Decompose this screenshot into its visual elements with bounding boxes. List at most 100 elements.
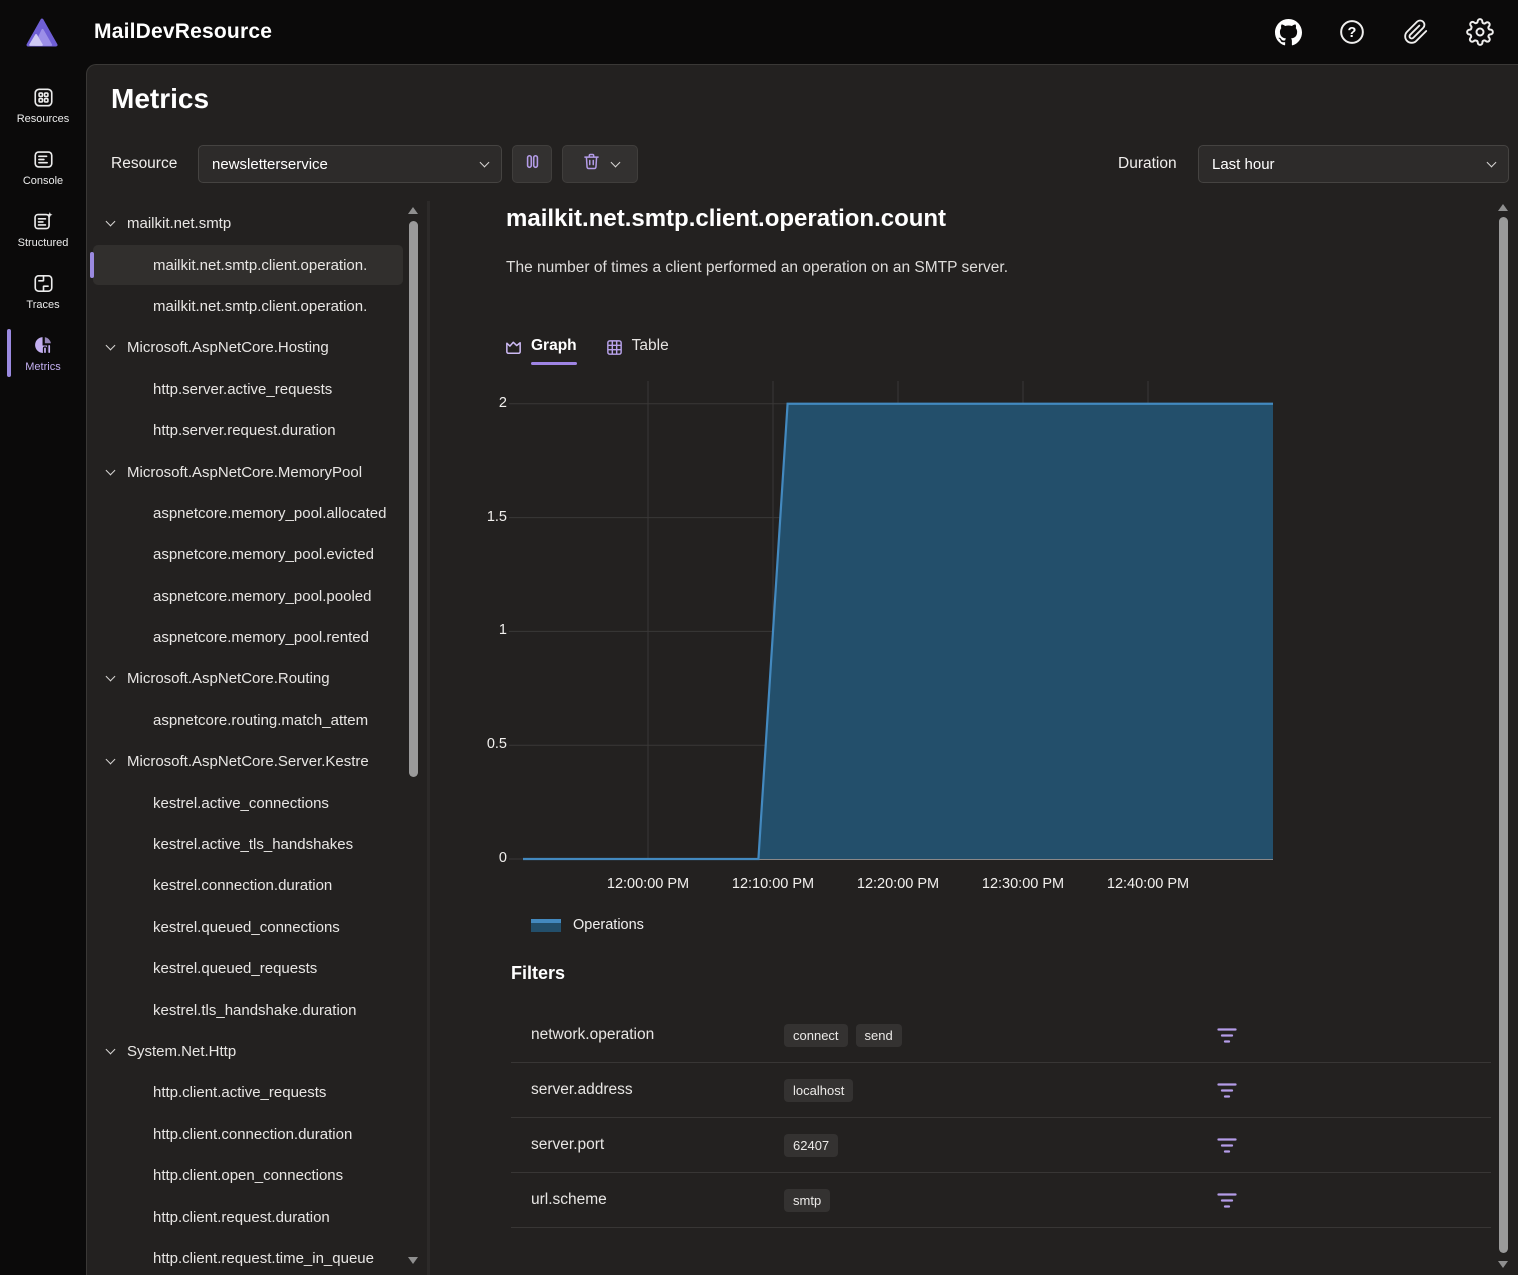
tree-item-label: Microsoft.AspNetCore.Hosting [127, 339, 329, 356]
tree-scrollbar-thumb[interactable] [409, 221, 418, 777]
sidebar-item-resources[interactable]: Resources [0, 74, 86, 136]
page-title: Metrics [111, 83, 209, 115]
tree-scroll-down-arrow[interactable] [408, 1257, 418, 1264]
structured-icon [32, 210, 55, 233]
tree-group-row[interactable]: Microsoft.AspNetCore.Server.Kestre [87, 741, 427, 782]
duration-select[interactable]: Last hour [1198, 145, 1509, 183]
github-icon[interactable] [1274, 18, 1302, 46]
filter-row: url.schemesmtp [511, 1173, 1491, 1228]
chevron-down-icon [106, 1045, 116, 1055]
tree-group-row[interactable]: System.Net.Http [87, 1031, 427, 1072]
chart-plot-area[interactable] [523, 381, 1273, 859]
tree-scroll-up-arrow[interactable] [408, 207, 418, 214]
metric-area-chart[interactable]: 00.511.52 12:00:00 PM12:10:00 PM12:20:00… [523, 381, 1273, 859]
tab-table[interactable]: Table [605, 329, 669, 365]
tree-metric-row[interactable]: aspnetcore.memory_pool.allocated [87, 493, 427, 534]
tree-item-label: kestrel.connection.duration [153, 877, 332, 894]
chevron-down-icon [106, 755, 116, 765]
sidebar-item-metrics[interactable]: Metrics [0, 322, 86, 384]
tree-item-label: kestrel.active_connections [153, 795, 329, 812]
resource-select[interactable]: newsletterservice [198, 145, 502, 183]
tree-metric-row[interactable]: http.client.request.duration [87, 1196, 427, 1237]
tree-item-label: aspnetcore.memory_pool.allocated [153, 505, 386, 522]
sidebar-item-label: Resources [17, 113, 70, 125]
metric-title: mailkit.net.smtp.client.operation.count [506, 205, 946, 233]
settings-icon[interactable] [1466, 18, 1494, 46]
tree-metric-row[interactable]: aspnetcore.routing.match_attem [87, 700, 427, 741]
tree-metric-row[interactable]: kestrel.tls_handshake.duration [87, 989, 427, 1030]
tree-group-row[interactable]: mailkit.net.smtp [87, 203, 427, 244]
tree-metric-row[interactable]: aspnetcore.memory_pool.rented [87, 617, 427, 658]
panel-splitter[interactable] [427, 201, 430, 1275]
paperclip-icon[interactable] [1402, 18, 1430, 46]
tree-item-label: aspnetcore.routing.match_attem [153, 712, 368, 729]
x-axis-tick-label: 12:10:00 PM [708, 876, 838, 892]
tree-group-row[interactable]: Microsoft.AspNetCore.MemoryPool [87, 451, 427, 492]
main-scroll-up-arrow[interactable] [1498, 204, 1508, 211]
tree-item-label: System.Net.Http [127, 1043, 236, 1060]
metrics-icon [32, 334, 55, 357]
tree-metric-row[interactable]: http.server.request.duration [87, 410, 427, 451]
filter-name: url.scheme [531, 1191, 607, 1209]
filter-name: server.port [531, 1136, 604, 1154]
aspire-logo[interactable] [25, 17, 59, 48]
filter-icon[interactable] [1215, 1025, 1239, 1045]
resource-label: Resource [111, 145, 177, 183]
tree-metric-row[interactable]: kestrel.active_tls_handshakes [87, 824, 427, 865]
help-icon[interactable]: ? [1338, 18, 1366, 46]
metrics-toolbar: Resource newsletterservice Duration Last… [87, 145, 1518, 183]
tree-metric-row[interactable]: http.client.open_connections [87, 1155, 427, 1196]
tree-item-label: http.client.connection.duration [153, 1126, 352, 1143]
tree-item-label: mailkit.net.smtp [127, 215, 231, 232]
tree-metric-row[interactable]: kestrel.queued_connections [87, 907, 427, 948]
main-scrollbar-thumb[interactable] [1499, 217, 1508, 1253]
filter-value-chip: localhost [784, 1079, 853, 1102]
filters-title: Filters [511, 963, 565, 984]
tree-item-label: http.server.active_requests [153, 381, 332, 398]
tree-metric-row[interactable]: http.client.connection.duration [87, 1114, 427, 1155]
sidebar-item-traces[interactable]: Traces [0, 260, 86, 322]
sidebar-item-console[interactable]: Console [0, 136, 86, 198]
tree-item-label: http.server.request.duration [153, 422, 336, 439]
tree-item-label: http.client.request.duration [153, 1209, 330, 1226]
y-axis-tick-label: 1.5 [487, 509, 507, 525]
tab-graph[interactable]: Graph [504, 329, 577, 365]
tree-metric-row[interactable]: kestrel.connection.duration [87, 865, 427, 906]
sidebar-item-structured[interactable]: Structured [0, 198, 86, 260]
chevron-down-icon [106, 465, 116, 475]
tree-metric-row[interactable]: mailkit.net.smtp.client.operation. [87, 286, 427, 327]
tree-metric-row[interactable]: aspnetcore.memory_pool.pooled [87, 576, 427, 617]
filter-icon[interactable] [1215, 1135, 1239, 1155]
legend-label: Operations [573, 917, 644, 933]
tree-metric-row[interactable]: kestrel.active_connections [87, 782, 427, 823]
tree-item-label: kestrel.queued_connections [153, 919, 340, 936]
chevron-down-icon [611, 157, 621, 167]
tree-group-row[interactable]: Microsoft.AspNetCore.Routing [87, 658, 427, 699]
chevron-down-icon [106, 217, 116, 227]
tab-label: Graph [531, 337, 577, 357]
main-scroll-down-arrow[interactable] [1498, 1261, 1508, 1268]
filter-icon[interactable] [1215, 1190, 1239, 1210]
tree-item-label: kestrel.tls_handshake.duration [153, 1002, 356, 1019]
pause-button[interactable] [512, 145, 552, 183]
tree-metric-row[interactable]: kestrel.queued_requests [87, 948, 427, 989]
tree-item-label: aspnetcore.memory_pool.evicted [153, 546, 374, 563]
sidebar-item-label: Structured [18, 237, 69, 249]
filter-row: server.addresslocalhost [511, 1063, 1491, 1118]
tree-metric-row[interactable]: http.client.active_requests [87, 1072, 427, 1113]
tree-item-label: mailkit.net.smtp.client.operation. [153, 257, 367, 274]
y-axis-tick-label: 0 [499, 850, 507, 866]
tree-group-row[interactable]: Microsoft.AspNetCore.Hosting [87, 327, 427, 368]
chart-legend-item[interactable]: Operations [531, 917, 644, 933]
legend-swatch [531, 919, 561, 932]
nav-rail: Resources Console Structured TracesMetrics [0, 64, 86, 1275]
remove-metrics-split-button[interactable] [562, 145, 638, 183]
tree-metric-row[interactable]: mailkit.net.smtp.client.operation. [87, 244, 427, 285]
tree-metric-row[interactable]: http.client.request.time_in_queue [87, 1238, 427, 1275]
tree-metric-row[interactable]: aspnetcore.memory_pool.evicted [87, 534, 427, 575]
filter-row: network.operationconnectsend [511, 1008, 1491, 1063]
tree-metric-row[interactable]: http.server.active_requests [87, 369, 427, 410]
tree-item-label: kestrel.active_tls_handshakes [153, 836, 353, 853]
duration-select-value: Last hour [1212, 156, 1275, 173]
filter-icon[interactable] [1215, 1080, 1239, 1100]
